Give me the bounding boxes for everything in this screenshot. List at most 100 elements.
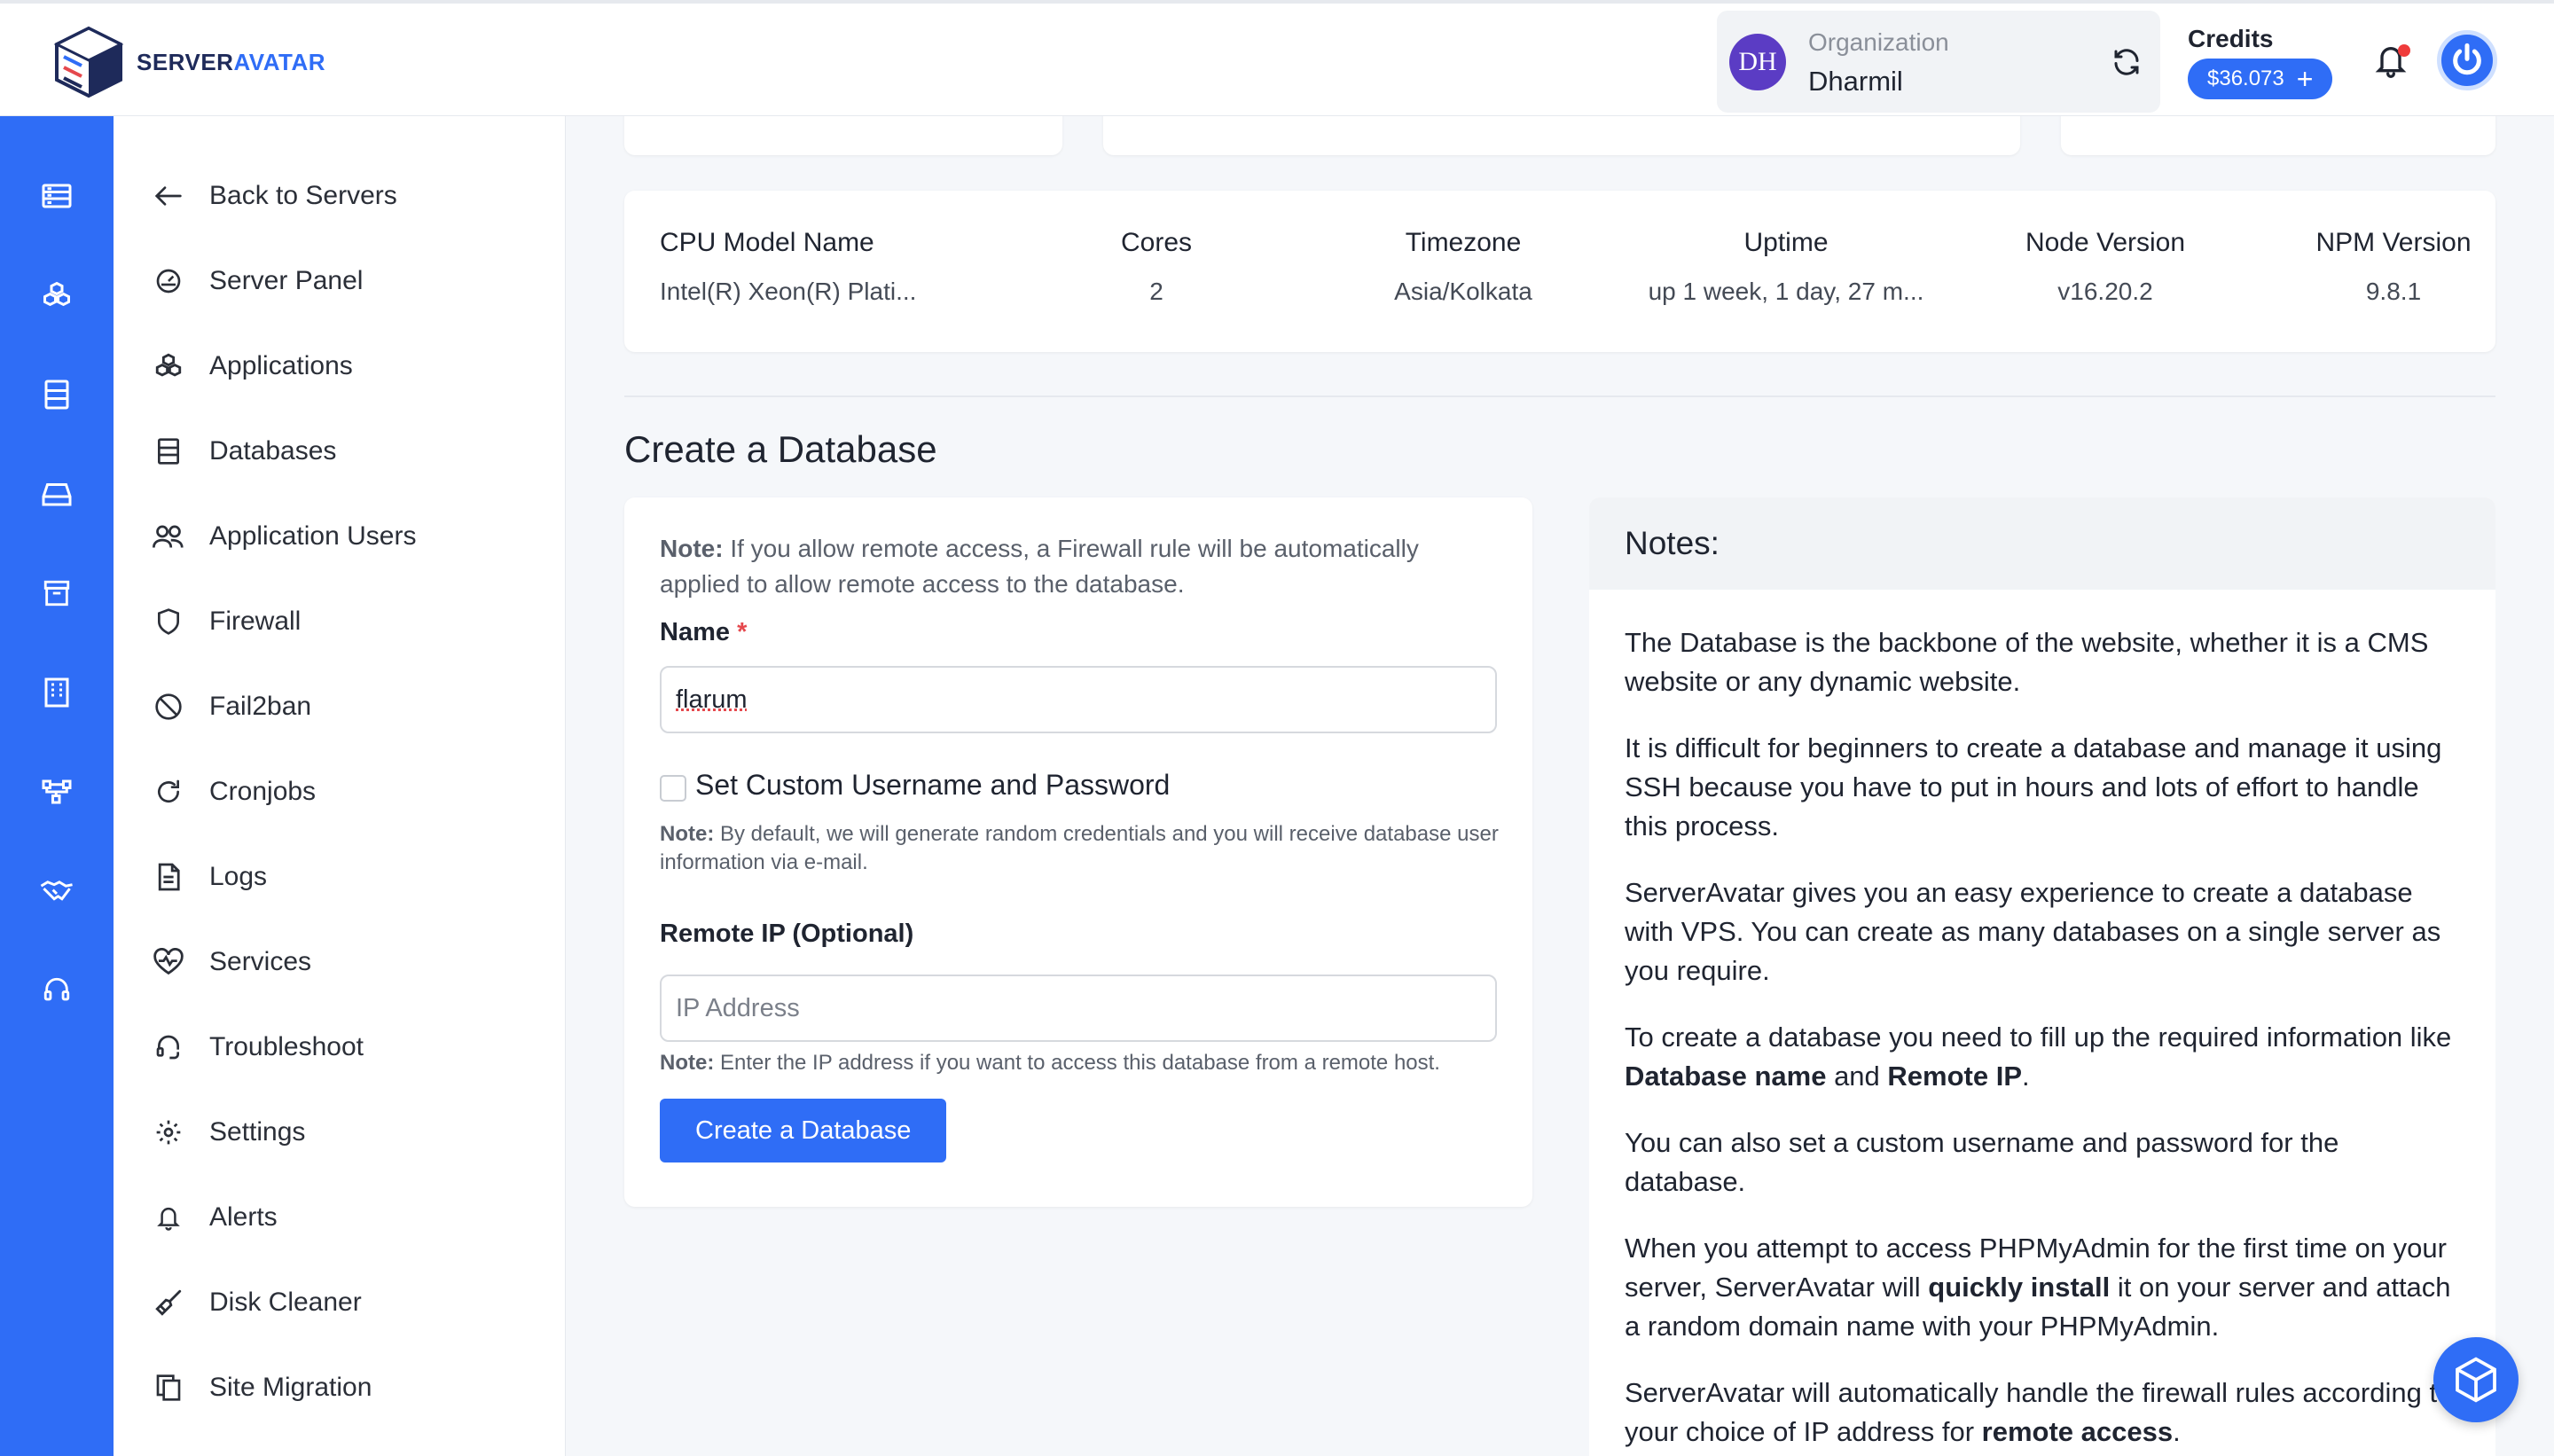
brand-name-part2: AVATAR	[233, 48, 326, 75]
copy-icon	[151, 1370, 186, 1405]
org-label: Organization	[1808, 28, 1949, 56]
server-info-card: CPU Model Name Intel(R) Xeon(R) Plati...…	[624, 191, 2495, 352]
timezone-value: Asia/Kolkata	[1394, 278, 1532, 305]
database-name-value: flarum	[676, 685, 748, 714]
note-bold: Note:	[660, 535, 724, 562]
sidebar-item-cronjobs[interactable]: Cronjobs	[151, 770, 316, 814]
sidebar-item-label: Firewall	[209, 607, 302, 636]
cube-icon	[2456, 1357, 2496, 1403]
cores-header: Cores	[1120, 228, 1193, 257]
notes-panel: Notes: The Database is the backbone of t…	[1589, 497, 2495, 1456]
support-icon[interactable]	[39, 973, 74, 1008]
cubes-icon	[151, 348, 186, 384]
sidebar-item-label: Troubleshoot	[209, 1032, 364, 1061]
cores-value: 2	[1149, 278, 1163, 305]
sidebar-item-application-users[interactable]: Application Users	[151, 514, 416, 559]
note-text: By default, we will generate random cred…	[660, 822, 1499, 874]
cpu-model-value: Intel(R) Xeon(R) Plati...	[660, 278, 917, 305]
sidebar-item-alerts[interactable]: Alerts	[151, 1195, 278, 1240]
notes-paragraph: To create a database you need to fill up…	[1625, 1018, 2460, 1096]
brand-logo[interactable]: SERVERAVATAR	[53, 25, 325, 99]
sidebar-item-applications[interactable]: Applications	[151, 344, 353, 388]
sidebar-item-disk-cleaner[interactable]: Disk Cleaner	[151, 1280, 362, 1325]
notes-paragraph: ServerAvatar will automatically handle t…	[1625, 1374, 2460, 1452]
custom-credentials-checkbox[interactable]	[660, 775, 686, 802]
create-database-button[interactable]: Create a Database	[660, 1099, 947, 1162]
database-icon	[151, 434, 186, 469]
shield-icon	[151, 604, 186, 639]
note-bold: Note:	[660, 1051, 715, 1075]
text-span: and	[1826, 1061, 1888, 1092]
notes-paragraph: When you attempt to access PHPMyAdmin fo…	[1625, 1229, 2460, 1346]
help-chat-button[interactable]	[2433, 1337, 2519, 1422]
storage-icon[interactable]	[39, 476, 74, 512]
brand-name-part1: SERVER	[137, 48, 234, 75]
stat-card-partial-2	[1103, 116, 2020, 155]
sidebar-item-troubleshoot[interactable]: Troubleshoot	[151, 1025, 364, 1069]
remote-access-note: Note: If you allow remote access, a Fire…	[660, 531, 1502, 602]
sidebar-item-label: Fail2ban	[209, 692, 312, 721]
handshake-icon[interactable]	[39, 873, 74, 909]
sidebar-item-label: Back to Servers	[209, 181, 397, 210]
note-text: Enter the IP address if you want to acce…	[714, 1051, 1440, 1075]
sidebar-item-label: Alerts	[209, 1202, 278, 1232]
users-icon	[151, 519, 186, 554]
sidebar-item-settings[interactable]: Settings	[151, 1110, 305, 1155]
remote-ip-input[interactable]: IP Address	[660, 975, 1497, 1042]
text-span: .	[2022, 1061, 2030, 1092]
sidebar-item-firewall[interactable]: Firewall	[151, 599, 301, 644]
notes-body: The Database is the backbone of the webs…	[1589, 590, 2495, 1452]
databases-icon[interactable]	[39, 377, 74, 412]
sidebar-item-fail2ban[interactable]: Fail2ban	[151, 685, 311, 729]
network-icon[interactable]	[39, 774, 74, 810]
notification-dot	[2398, 44, 2410, 57]
applications-icon[interactable]	[39, 278, 74, 313]
add-credits-button[interactable]: $36.073 +	[2188, 59, 2333, 99]
org-name: Dharmil	[1808, 66, 1903, 97]
sidebar-item-logs[interactable]: Logs	[151, 855, 267, 899]
sidebar-item-back-to-servers[interactable]: Back to Servers	[151, 174, 397, 218]
name-label-text: Name	[660, 618, 730, 646]
document-icon	[151, 859, 186, 895]
sidebar-item-label: Application Users	[209, 521, 417, 551]
sidebar-item-databases[interactable]: Databases	[151, 429, 336, 474]
notifications-icon[interactable]	[2373, 41, 2410, 84]
switch-org-icon[interactable]	[2111, 46, 2143, 82]
headset-icon	[151, 1029, 186, 1065]
custom-credentials-note: Note: By default, we will generate rando…	[660, 820, 1502, 877]
sidebar-item-server-panel[interactable]: Server Panel	[151, 259, 363, 303]
bold-span: quickly install	[1928, 1272, 2111, 1303]
notes-paragraph: The Database is the backbone of the webs…	[1625, 627, 2429, 697]
broom-icon	[151, 1285, 186, 1320]
power-icon	[2453, 43, 2481, 75]
notes-title: Notes:	[1589, 497, 2495, 590]
servers-icon[interactable]	[39, 178, 74, 214]
arrow-left-icon	[151, 178, 186, 214]
sidebar-item-site-migration[interactable]: Site Migration	[151, 1366, 372, 1410]
sidebar-item-label: Cronjobs	[209, 777, 317, 806]
bold-span: Database name	[1625, 1061, 1827, 1092]
main-content: CPU Model Name Intel(R) Xeon(R) Plati...…	[566, 116, 2554, 1456]
building-icon[interactable]	[39, 675, 74, 710]
organization-switcher[interactable]: DH Organization Dharmil	[1717, 11, 2160, 113]
custom-credentials-label[interactable]: Set Custom Username and Password	[695, 769, 1170, 802]
credits-value: $36.073	[2207, 67, 2284, 90]
npm-version-value: 9.8.1	[2365, 278, 2422, 305]
node-version-value: v16.20.2	[2057, 278, 2153, 305]
sidebar-item-label: Server Panel	[209, 266, 364, 295]
gear-icon	[151, 1115, 186, 1150]
notes-paragraph: ServerAvatar gives you an easy experienc…	[1625, 877, 2441, 986]
refresh-icon	[151, 774, 186, 810]
bell-icon	[151, 1200, 186, 1235]
user-avatar[interactable]	[2437, 30, 2497, 90]
database-name-input[interactable]: flarum	[660, 666, 1497, 733]
stat-card-partial-3	[2061, 116, 2495, 155]
archive-icon[interactable]	[39, 575, 74, 611]
uptime-header: Uptime	[1743, 228, 1829, 257]
sidebar-item-services[interactable]: Services	[151, 940, 311, 984]
note-text: If you allow remote access, a Firewall r…	[660, 535, 1419, 598]
uptime-value: up 1 week, 1 day, 27 m...	[1648, 278, 1924, 305]
page-title: Create a Database	[624, 428, 937, 470]
section-divider	[624, 395, 2495, 397]
plus-icon: +	[2296, 63, 2314, 95]
